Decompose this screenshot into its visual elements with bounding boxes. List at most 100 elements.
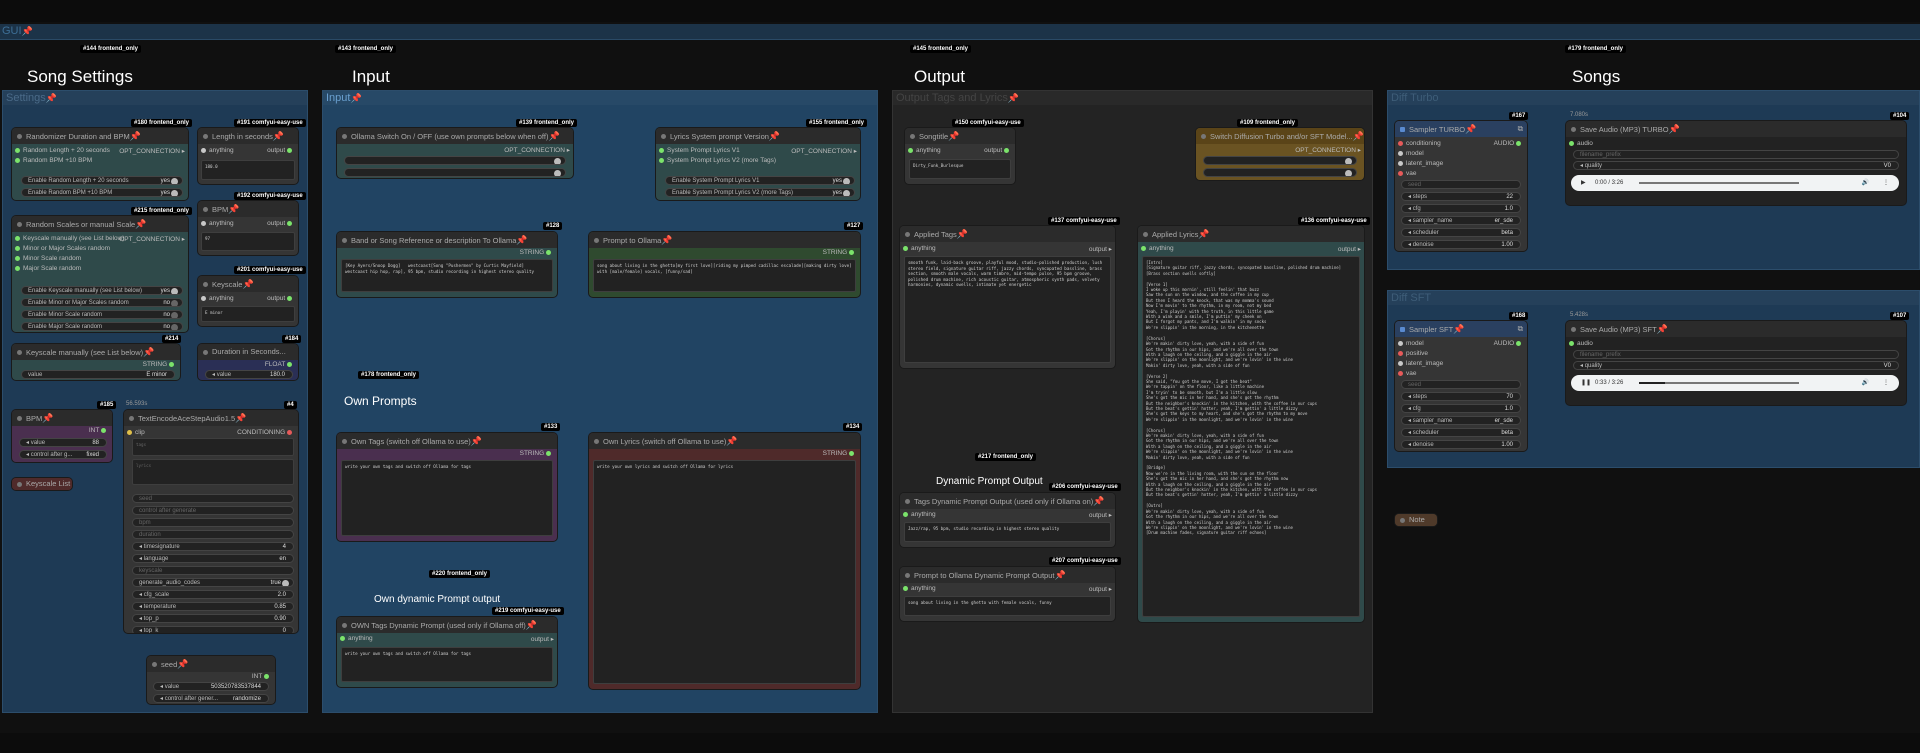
textencode-node[interactable]: TextEncodeAceStepAudio1.5📌 clip CONDITIO… <box>124 410 298 633</box>
pause-icon[interactable]: ❚❚ <box>1581 375 1591 391</box>
keyscale-node[interactable]: Keyscale📌 anything output E minor <box>198 276 298 326</box>
band-ref-node[interactable]: Band or Song Reference or description To… <box>337 232 557 297</box>
volume-icon[interactable]: 🔊 <box>1862 175 1869 191</box>
node-header[interactable]: BPM📌 <box>198 201 298 217</box>
sampler-turbo-node[interactable]: Sampler TURBO📌 ⧉ conditioning model laten… <box>1395 121 1527 251</box>
duration-node[interactable]: Duration in Seconds... FLOAT ◂ value 180.… <box>198 344 298 380</box>
toggle-widget[interactable]: Enable Minor Scale random no <box>21 310 183 319</box>
gui-group-bar[interactable] <box>0 24 1920 40</box>
steps-widget[interactable]: ◂ steps 70 <box>1401 392 1521 401</box>
keyscale-manual-node[interactable]: Keyscale manually (see List below)📌 STRI… <box>12 344 180 380</box>
language-widget[interactable]: ◂ language en <box>132 554 294 563</box>
denoise-widget[interactable]: ◂ denoise 1.00 <box>1401 240 1521 249</box>
input-slot[interactable]: Minor Scale random <box>15 255 81 262</box>
output-slot[interactable]: output <box>267 147 295 154</box>
seed-widget[interactable]: seed <box>1401 180 1521 189</box>
output-slot[interactable]: AUDIO <box>1494 340 1524 347</box>
filename-widget[interactable]: filename_prefix <box>1573 350 1899 359</box>
sampler-name-widget[interactable]: ◂ sampler_name er_sde <box>1401 216 1521 225</box>
input-slot[interactable]: anything <box>1141 245 1174 252</box>
more-menu-icon[interactable]: ⋮ <box>1883 375 1889 391</box>
note-node[interactable]: Note <box>1395 514 1437 526</box>
toggle-widget[interactable]: Enable System Prompt Lyrics V2 (more Tag… <box>665 188 855 197</box>
control-widget[interactable]: control after generate <box>132 506 294 515</box>
input-slot[interactable]: audio <box>1569 140 1593 147</box>
output-slot[interactable]: STRING <box>143 361 177 368</box>
timesignature-widget[interactable]: ◂ timesignature 4 <box>132 542 294 551</box>
input-slot[interactable]: anything <box>201 147 234 154</box>
node-header[interactable]: TextEncodeAceStepAudio1.5📌 <box>124 410 298 426</box>
output-slot[interactable]: output <box>267 220 295 227</box>
node-header[interactable]: BPM📌 <box>12 410 112 426</box>
node-header[interactable]: OWN Tags Dynamic Prompt (used only if Ol… <box>337 617 557 633</box>
output-slot[interactable]: OPT_CONNECTION ▸ <box>119 235 185 243</box>
bpm-widget[interactable]: bpm <box>132 518 294 527</box>
input-slot[interactable]: System Prompt Lyrics V2 (more Tags) <box>659 157 776 164</box>
input-slot[interactable]: model <box>1398 150 1424 157</box>
node-header[interactable]: Length in seconds📌 <box>198 128 298 144</box>
input-slot[interactable]: conditioning <box>1398 140 1441 147</box>
group-title[interactable]: Settings📌 <box>6 92 57 104</box>
tags-dynamic-node[interactable]: Tags Dynamic Prompt Output (used only if… <box>900 493 1115 547</box>
toggle-widget[interactable] <box>344 156 566 165</box>
keyscale-list-node[interactable]: Keyscale List <box>12 478 72 490</box>
steps-widget[interactable]: ◂ steps 22 <box>1401 192 1521 201</box>
text-input[interactable]: [Key Ayers/Snoop Dogg] westcoast[Song "P… <box>341 259 553 292</box>
audio-codes-toggle[interactable]: generate_audio_codes true <box>132 578 294 587</box>
output-slot[interactable]: INT <box>252 673 272 680</box>
seed-control-widget[interactable]: ◂ control after gener... randomize <box>153 694 269 703</box>
output-slot[interactable]: output ▸ <box>1338 245 1361 253</box>
toggle-widget[interactable]: Enable Random BPM +10 BPM yes <box>21 188 183 197</box>
top-p-widget[interactable]: ◂ top_p 0.90 <box>132 614 294 623</box>
applied-lyrics-node[interactable]: Applied Lyrics📌 anything output ▸ [Intro… <box>1138 226 1364 622</box>
quality-widget[interactable]: ◂ quality V0 <box>1573 361 1899 370</box>
own-tags-node[interactable]: Own Tags (switch off Ollama to use)📌 STR… <box>337 433 557 541</box>
node-header[interactable]: Note <box>1395 514 1437 526</box>
output-slot[interactable]: CONDITIONING <box>237 429 295 436</box>
seed-widget[interactable]: seed <box>132 494 294 503</box>
audio-seek-bar[interactable] <box>1639 182 1799 184</box>
audio-player-sft[interactable]: ❚❚ 0:33 / 3:26 🔊 ⋮ <box>1571 375 1899 391</box>
toggle-widget[interactable] <box>1203 156 1357 165</box>
input-slot[interactable]: audio <box>1569 340 1593 347</box>
input-slot[interactable]: anything <box>903 511 936 518</box>
node-header[interactable]: Applied Tags📌 <box>900 226 1115 242</box>
songtitle-node[interactable]: Songtitle📌 anything output Dirty_Funk_Bu… <box>905 128 1015 184</box>
output-slot[interactable]: output ▸ <box>1089 511 1112 519</box>
output-slot[interactable]: FLOAT <box>265 361 295 368</box>
node-header[interactable]: Band or Song Reference or description To… <box>337 232 557 248</box>
input-slot[interactable]: positive <box>1398 350 1428 357</box>
output-slot[interactable]: output ▸ <box>531 635 554 643</box>
node-header[interactable]: Keyscale manually (see List below)📌 <box>12 344 180 360</box>
node-header[interactable]: Prompt to Ollama📌 <box>589 232 860 248</box>
toggle-widget[interactable]: Enable Random Length + 20 seconds yes <box>21 176 183 185</box>
text-display[interactable]: 180.0 <box>201 160 295 180</box>
scheduler-widget[interactable]: ◂ scheduler beta <box>1401 228 1521 237</box>
input-slot[interactable]: anything <box>201 220 234 227</box>
node-header[interactable]: Save Audio (MP3) TURBO📌 <box>1566 121 1906 137</box>
comfy-canvas[interactable]: GUI📌 #144 frontend_only #143 frontend_on… <box>0 0 1920 753</box>
cfg-widget[interactable]: ◂ cfg 1.0 <box>1401 204 1521 213</box>
save-audio-sft-node[interactable]: Save Audio (MP3) SFT📌 audio filename_pre… <box>1566 321 1906 405</box>
input-slot[interactable]: anything <box>903 245 936 252</box>
node-header[interactable]: Own Lyrics (switch off Ollama to use)📌 <box>589 433 860 449</box>
control-widget[interactable]: ◂ control after g... fixed <box>19 450 107 459</box>
text-display[interactable]: 97 <box>201 232 295 251</box>
input-slot[interactable]: Major Scale random <box>15 265 81 272</box>
input-slot[interactable]: anything <box>201 295 234 302</box>
input-slot[interactable]: vae <box>1398 170 1416 177</box>
toggle-widget[interactable]: Enable Major Scale random no <box>21 322 183 331</box>
node-header[interactable]: Songtitle📌 <box>905 128 1015 144</box>
output-slot[interactable]: output <box>984 147 1012 154</box>
seed-value-widget[interactable]: ◂ value 503520783537844 <box>153 682 269 691</box>
toggle-widget[interactable] <box>344 168 566 177</box>
value-widget[interactable]: ◂ value 180.0 <box>205 370 293 379</box>
text-input[interactable]: song about living in the ghetto[my first… <box>593 259 856 292</box>
node-header[interactable]: Keyscale📌 <box>198 276 298 292</box>
input-slot[interactable]: anything <box>340 635 373 642</box>
text-display[interactable]: Jazz/rap, 95 bpm, studio recording in hi… <box>904 522 1111 542</box>
save-audio-turbo-node[interactable]: Save Audio (MP3) TURBO📌 audio filename_p… <box>1566 121 1906 205</box>
bpm-int-node[interactable]: BPM📌 INT ◂ value 88 ◂ control after g... f… <box>12 410 112 462</box>
output-slot[interactable]: output ▸ <box>1089 245 1112 253</box>
ollama-switch-node[interactable]: Ollama Switch On / OFF (use own prompts … <box>337 128 573 178</box>
